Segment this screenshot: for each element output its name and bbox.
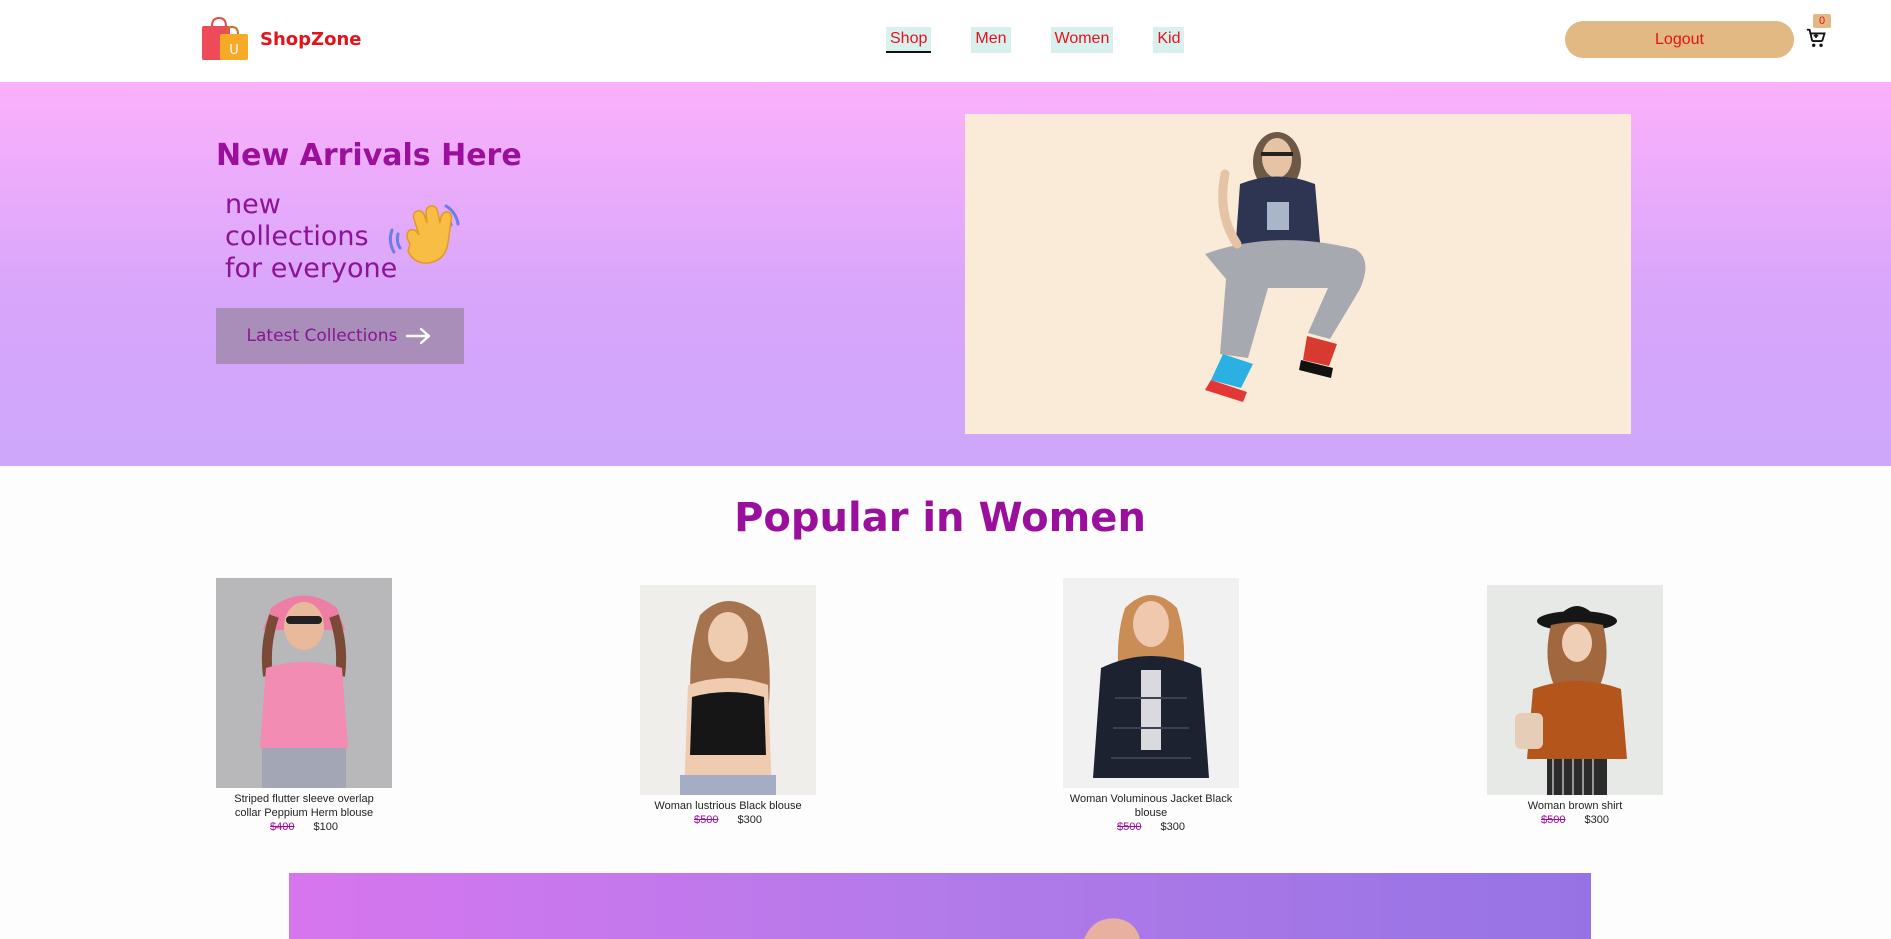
product-card[interactable]: Woman lustrious Black blouse $500 $300 (640, 585, 816, 826)
hero-subtitle: new collections for everyone (225, 189, 397, 285)
product-name: Woman brown shirt (1527, 800, 1623, 812)
shopping-bag-icon: U (200, 16, 250, 62)
new-price: $300 (1584, 814, 1610, 826)
product-card[interactable]: Striped flutter sleeve overlap collar Pe… (216, 578, 392, 833)
hero-title: New Arrivals Here (216, 138, 522, 173)
logout-button[interactable]: Logout (1565, 21, 1794, 58)
hero-subtitle-line: new (225, 189, 281, 220)
nav-item-women[interactable]: Women (1050, 27, 1114, 53)
product-prices: $500 $300 (1063, 821, 1239, 833)
product-name: Striped flutter sleeve overlap collar Pe… (234, 793, 374, 819)
old-price: $500 (693, 814, 719, 826)
navbar: U ShopZone Shop Men Women Kid Logout 0 (0, 0, 1891, 82)
cart-count-badge: 0 (1813, 14, 1832, 28)
latest-collections-label: Latest Collections (246, 326, 398, 346)
brand-logo[interactable]: U ShopZone (200, 16, 361, 62)
new-price: $300 (737, 814, 763, 826)
cart-icon[interactable] (1805, 27, 1827, 49)
arrow-right-icon (406, 327, 431, 345)
product-image[interactable] (1063, 578, 1239, 788)
old-price: $400 (269, 821, 295, 833)
product-card[interactable]: Woman brown shirt $500 $300 (1487, 585, 1663, 826)
logo-letter: U (229, 43, 239, 58)
hero-subtitle-line: for everyone (225, 253, 398, 284)
product-name: Woman Voluminous Jacket Black blouse (1069, 793, 1233, 819)
old-price: $500 (1116, 821, 1142, 833)
section-title: Popular in Women (734, 495, 1146, 541)
nav-item-shop[interactable]: Shop (886, 27, 932, 53)
hero-image (965, 114, 1631, 434)
old-price: $500 (1540, 814, 1566, 826)
waving-hand-icon (386, 200, 466, 280)
hero-section: New Arrivals Here new collections for ev… (0, 82, 1891, 466)
product-prices: $400 $100 (216, 821, 392, 833)
hero-subtitle-line: collections (225, 221, 369, 252)
latest-collections-button[interactable]: Latest Collections (216, 308, 464, 364)
product-image[interactable] (640, 585, 816, 795)
product-image[interactable] (1487, 585, 1663, 795)
product-prices: $500 $300 (640, 814, 816, 826)
product-image[interactable] (216, 578, 392, 788)
banner-image (1084, 918, 1140, 939)
product-prices: $500 $300 (1487, 814, 1663, 826)
product-card[interactable]: Woman Voluminous Jacket Black blouse $50… (1063, 578, 1239, 833)
offer-banner (289, 873, 1591, 939)
product-name: Woman lustrious Black blouse (654, 800, 802, 812)
nav-item-men[interactable]: Men (971, 27, 1011, 53)
nav-item-kid[interactable]: Kid (1153, 27, 1185, 53)
brand-name[interactable]: ShopZone (260, 29, 361, 50)
new-price: $100 (313, 821, 339, 833)
main-nav: Shop Men Women Kid (886, 27, 1224, 53)
new-price: $300 (1160, 821, 1186, 833)
